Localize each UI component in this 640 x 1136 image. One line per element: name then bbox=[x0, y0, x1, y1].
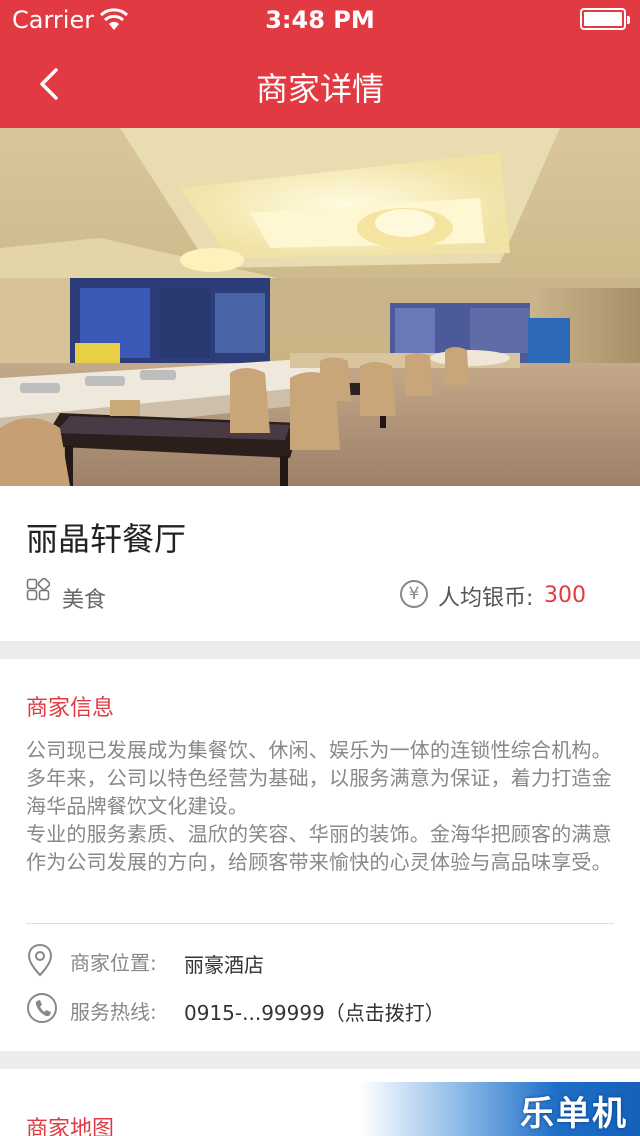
hotline-call-button[interactable]: 0915-...99999（点击拨打） bbox=[184, 997, 445, 1026]
navigation-bar: Carrier 3:48 PM 商家详情 bbox=[0, 0, 640, 128]
battery-icon bbox=[580, 8, 630, 30]
shop-description: 公司现已发展成为集餐饮、休闲、娱乐为一体的连锁性综合机构。多年来，公司以特色经营… bbox=[26, 736, 616, 876]
page-title: 商家详情 bbox=[255, 70, 384, 108]
description-paragraph: 专业的服务素质、温欣的笑容、华丽的装饰。金海华把顾客的满意作为公司发展的方向，给… bbox=[26, 822, 612, 874]
description-paragraph: 公司现已发展成为集餐饮、休闲、娱乐为一体的连锁性综合机构。多年来，公司以特色经营… bbox=[26, 738, 612, 818]
shop-map-title: 商家地图 bbox=[26, 1117, 115, 1136]
location-pin-icon bbox=[27, 943, 53, 977]
watermark-logo-text: 乐单机 bbox=[520, 1094, 628, 1134]
phone-icon bbox=[27, 993, 57, 1023]
shop-name: 丽晶轩餐厅 bbox=[26, 520, 187, 558]
banner-carousel[interactable] bbox=[0, 128, 640, 486]
shop-category: 美食 bbox=[62, 588, 107, 613]
hotline-label: 服务热线: bbox=[70, 1000, 157, 1024]
divider bbox=[26, 923, 614, 924]
average-price-value: 300 bbox=[544, 583, 586, 608]
coin-icon: ¥ bbox=[400, 580, 428, 608]
average-price-label: 人均银币: bbox=[438, 586, 534, 611]
category-grid-icon bbox=[26, 578, 50, 601]
shop-info-title: 商家信息 bbox=[26, 696, 115, 721]
shop-summary-card: 丽晶轩餐厅 bbox=[0, 486, 640, 641]
location-label: 商家位置: bbox=[70, 951, 157, 975]
restaurant-photo bbox=[0, 128, 640, 486]
watermark: 乐单机 bbox=[360, 1082, 640, 1136]
location-value[interactable]: 丽豪酒店 bbox=[184, 949, 264, 978]
status-time: 3:48 PM bbox=[265, 6, 375, 34]
status-bar: Carrier 3:48 PM bbox=[0, 0, 640, 40]
